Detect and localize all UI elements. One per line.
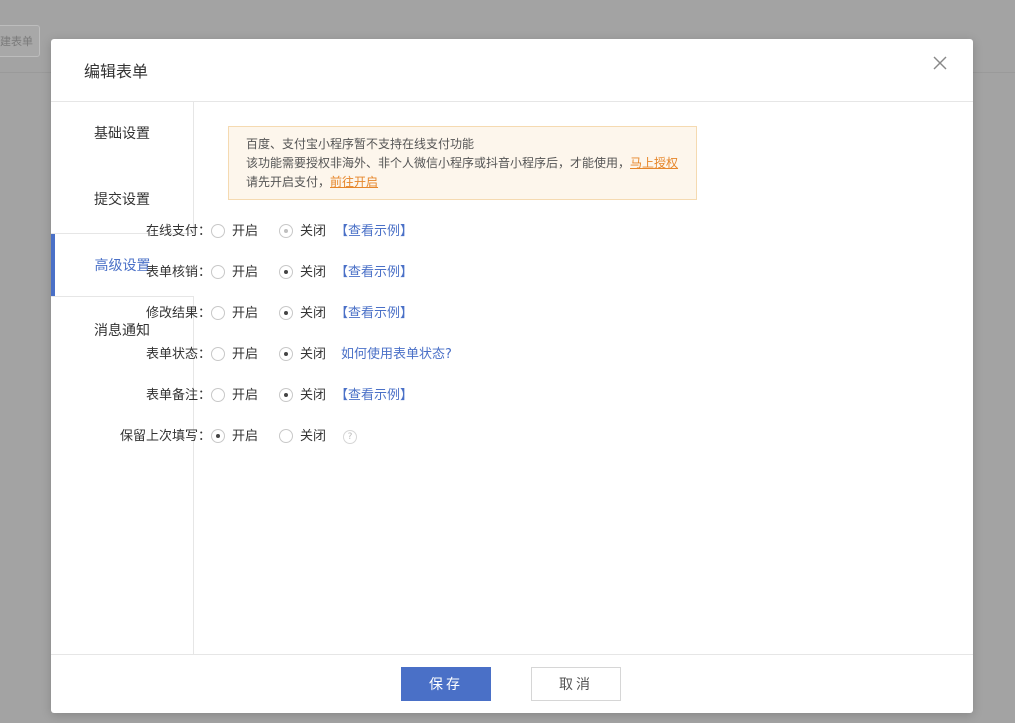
save-button[interactable]: 保存 [401,667,491,701]
setting-label: 修改结果： [145,306,211,321]
payment-notice: 百度、支付宝小程序暂不支持在线支付功能 该功能需要授权非海外、非个人微信小程序或… [228,126,697,200]
view-example-link[interactable]: 【查看示例】 [335,263,413,283]
radio-label: 开启 [232,347,259,362]
view-example-link[interactable]: 【查看示例】 [335,304,413,324]
authorize-link[interactable]: 马上授权 [630,156,678,170]
radio-label: 开启 [232,429,259,444]
radio-circle [279,388,293,402]
radio-on[interactable]: 开启 [211,222,258,242]
notice-line-2-text: 该功能需要授权非海外、非个人微信小程序或抖音小程序后，才能使用， [246,156,631,170]
setting-label: 表单备注： [145,388,211,403]
view-example-link[interactable]: 【查看示例】 [335,222,413,242]
radio-off[interactable]: 关闭 [279,386,326,406]
setting-label: 保留上次填写： [119,429,211,444]
radio-circle [279,265,293,279]
radio-on[interactable]: 开启 [211,427,258,447]
radio-off[interactable]: 关闭 [279,345,326,365]
background-button: 建表单 [0,25,40,57]
notice-line-1: 百度、支付宝小程序暂不支持在线支付功能 [246,137,475,151]
radio-off[interactable]: 关闭 [279,304,326,324]
radio-label: 关闭 [300,265,327,280]
radio-on[interactable]: 开启 [211,386,258,406]
radio-circle [211,224,225,238]
dialog-title: 编辑表单 [84,62,149,81]
sidebar-item-basic[interactable]: 基础设置 [51,102,193,166]
radio-circle [279,347,293,361]
radio-off[interactable]: 关闭 [279,222,326,242]
setting-label: 表单核销： [145,265,211,280]
radio-label: 开启 [232,265,259,280]
radio-on[interactable]: 开启 [211,263,258,283]
notice-line-3: 请先开启支付，前往开启 [246,173,696,192]
radio-on[interactable]: 开启 [211,304,258,324]
radio-on[interactable]: 开启 [211,345,258,365]
question-icon[interactable]: ? [343,430,357,444]
form-status-help-link[interactable]: 如何使用表单状态? [341,345,452,365]
radio-circle [279,429,293,443]
dialog-header: 编辑表单 [51,39,973,102]
radio-label: 关闭 [300,347,327,362]
setting-label: 表单状态： [145,347,211,362]
radio-circle [211,347,225,361]
radio-off[interactable]: 关闭 [279,263,326,283]
radio-circle [211,429,225,443]
close-icon[interactable] [931,54,949,72]
radio-label: 关闭 [300,388,327,403]
dialog-footer: 保存 取消 [51,654,973,713]
setting-label: 在线支付： [145,224,211,239]
radio-label: 关闭 [300,429,327,444]
settings-sidebar: 基础设置 提交设置 高级设置 消息通知 [51,102,194,654]
radio-circle [211,306,225,320]
radio-label: 关闭 [300,306,327,321]
radio-circle [279,306,293,320]
radio-label: 开启 [232,388,259,403]
radio-label: 开启 [232,224,259,239]
radio-label: 关闭 [300,224,327,239]
radio-off[interactable]: 关闭 [279,427,326,447]
radio-circle [211,388,225,402]
radio-circle [211,265,225,279]
notice-line-2: 该功能需要授权非海外、非个人微信小程序或抖音小程序后，才能使用，马上授权 [246,154,696,173]
view-example-link[interactable]: 【查看示例】 [335,386,413,406]
enable-payment-link[interactable]: 前往开启 [330,175,378,189]
cancel-button[interactable]: 取消 [531,667,621,701]
radio-circle [279,224,293,238]
radio-label: 开启 [232,306,259,321]
notice-line-3-text: 请先开启支付， [246,175,331,189]
edit-form-dialog: 编辑表单 基础设置 提交设置 高级设置 消息通知 百度、支付宝小程序暂不支持在线… [51,39,973,713]
